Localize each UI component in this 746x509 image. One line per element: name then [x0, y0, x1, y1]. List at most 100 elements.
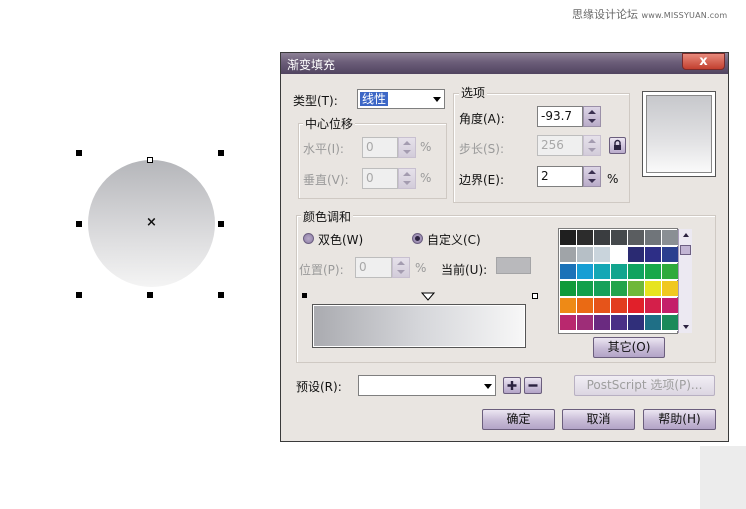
minus-icon[interactable] [524, 377, 542, 394]
palette-swatch[interactable] [662, 315, 679, 331]
edge-input[interactable]: 2 [537, 166, 583, 187]
palette-swatch[interactable] [577, 315, 594, 331]
palette-swatch[interactable] [560, 264, 577, 280]
palette-swatch[interactable] [560, 281, 577, 297]
palette-swatch[interactable] [611, 264, 628, 280]
palette-swatch[interactable] [645, 315, 662, 331]
two-color-label[interactable]: 双色(W) [318, 231, 363, 248]
position-input[interactable]: 0 [355, 257, 392, 278]
palette-swatch[interactable] [611, 281, 628, 297]
palette-swatch[interactable] [560, 247, 577, 263]
palette-swatch[interactable] [611, 315, 628, 331]
lock-icon[interactable] [609, 137, 626, 154]
gradient-bar[interactable] [312, 304, 526, 348]
palette-swatch[interactable] [594, 315, 611, 331]
palette-swatch[interactable] [662, 230, 679, 246]
palette-swatch[interactable] [645, 230, 662, 246]
palette-swatch[interactable] [560, 230, 577, 246]
selection-handle[interactable] [76, 221, 82, 227]
palette-swatch[interactable] [628, 298, 645, 314]
palette-swatch[interactable] [594, 298, 611, 314]
steps-spinner[interactable] [583, 135, 601, 156]
edge-unit: % [607, 172, 619, 186]
palette-swatch[interactable] [594, 264, 611, 280]
palette-swatch[interactable] [611, 230, 628, 246]
angle-spinner[interactable] [583, 106, 601, 127]
position-spinner[interactable] [392, 257, 410, 278]
palette-swatch[interactable] [577, 298, 594, 314]
horizontal-input[interactable]: 0 [362, 137, 398, 158]
watermark-url: www.MISSYUAN.com [641, 11, 728, 20]
custom-label[interactable]: 自定义(C) [427, 231, 481, 248]
preset-dropdown[interactable] [358, 375, 496, 396]
palette-swatch[interactable] [645, 247, 662, 263]
options-title: 选项 [459, 84, 488, 101]
palette-swatch[interactable] [628, 264, 645, 280]
selection-handle[interactable] [218, 221, 224, 227]
plus-icon[interactable] [503, 377, 521, 394]
start-color-marker[interactable] [302, 293, 307, 298]
selection-handle[interactable] [76, 150, 82, 156]
postscript-options-button[interactable]: PostScript 选项(P)... [574, 375, 715, 396]
vertical-unit: % [420, 171, 432, 185]
palette-swatch[interactable] [594, 230, 611, 246]
fountain-fill-dialog: 渐变填充 x 类型(T): 线性 中心位移 水平(I): 0 % 垂直(V): … [280, 52, 729, 442]
edge-spinner[interactable] [583, 166, 601, 187]
palette-swatch[interactable] [662, 264, 679, 280]
type-label: 类型(T): [293, 94, 338, 108]
palette-swatch[interactable] [628, 281, 645, 297]
selection-handle[interactable] [147, 292, 153, 298]
palette-swatch[interactable] [577, 264, 594, 280]
angle-label: 角度(A): [459, 112, 505, 126]
palette-swatch[interactable] [594, 247, 611, 263]
custom-radio[interactable] [412, 233, 423, 244]
palette-scrollbar[interactable] [678, 229, 692, 333]
palette-swatch[interactable] [662, 247, 679, 263]
palette-swatch[interactable] [577, 281, 594, 297]
palette-swatch[interactable] [560, 298, 577, 314]
current-color-swatch[interactable] [496, 257, 531, 274]
palette-swatch[interactable] [577, 247, 594, 263]
two-color-radio[interactable] [303, 233, 314, 244]
midpoint-marker[interactable] [421, 292, 435, 301]
dialog-title: 渐变填充 [287, 58, 336, 72]
cancel-button[interactable]: 取消 [562, 409, 635, 430]
palette-swatch[interactable] [560, 315, 577, 331]
edge-label: 边界(E): [459, 173, 504, 187]
horizontal-spinner[interactable] [398, 137, 416, 158]
position-unit: % [415, 261, 427, 275]
palette-swatch[interactable] [628, 247, 645, 263]
other-colors-button[interactable]: 其它(O) [593, 337, 665, 358]
palette-swatch[interactable] [645, 281, 662, 297]
dialog-titlebar[interactable]: 渐变填充 x [281, 53, 728, 74]
chevron-down-icon[interactable] [433, 97, 441, 102]
selection-handle[interactable] [76, 292, 82, 298]
palette-swatch[interactable] [611, 247, 628, 263]
palette-swatch[interactable] [611, 298, 628, 314]
rotation-handle[interactable] [147, 157, 153, 163]
vertical-input[interactable]: 0 [362, 168, 398, 189]
palette-swatch[interactable] [645, 298, 662, 314]
steps-input[interactable]: 256 [537, 135, 583, 156]
palette-swatch[interactable] [645, 264, 662, 280]
close-button[interactable]: x [682, 53, 725, 70]
palette-scroll-thumb[interactable] [680, 245, 691, 255]
angle-input[interactable]: -93.7 [537, 106, 583, 127]
vertical-spinner[interactable] [398, 168, 416, 189]
palette-swatch[interactable] [628, 315, 645, 331]
ok-button[interactable]: 确定 [482, 409, 555, 430]
color-palette[interactable] [558, 228, 692, 334]
chevron-down-icon[interactable] [484, 384, 492, 389]
selection-handle[interactable] [218, 150, 224, 156]
help-button[interactable]: 帮助(H) [643, 409, 716, 430]
vertical-label: 垂直(V): [303, 173, 349, 187]
selection-handle[interactable] [218, 292, 224, 298]
type-dropdown[interactable]: 线性 [357, 89, 445, 109]
palette-swatch[interactable] [594, 281, 611, 297]
end-color-marker[interactable] [532, 293, 538, 299]
palette-swatch[interactable] [662, 281, 679, 297]
palette-swatch[interactable] [662, 298, 679, 314]
palette-swatch[interactable] [577, 230, 594, 246]
palette-swatch[interactable] [628, 230, 645, 246]
background-strip [700, 446, 746, 509]
